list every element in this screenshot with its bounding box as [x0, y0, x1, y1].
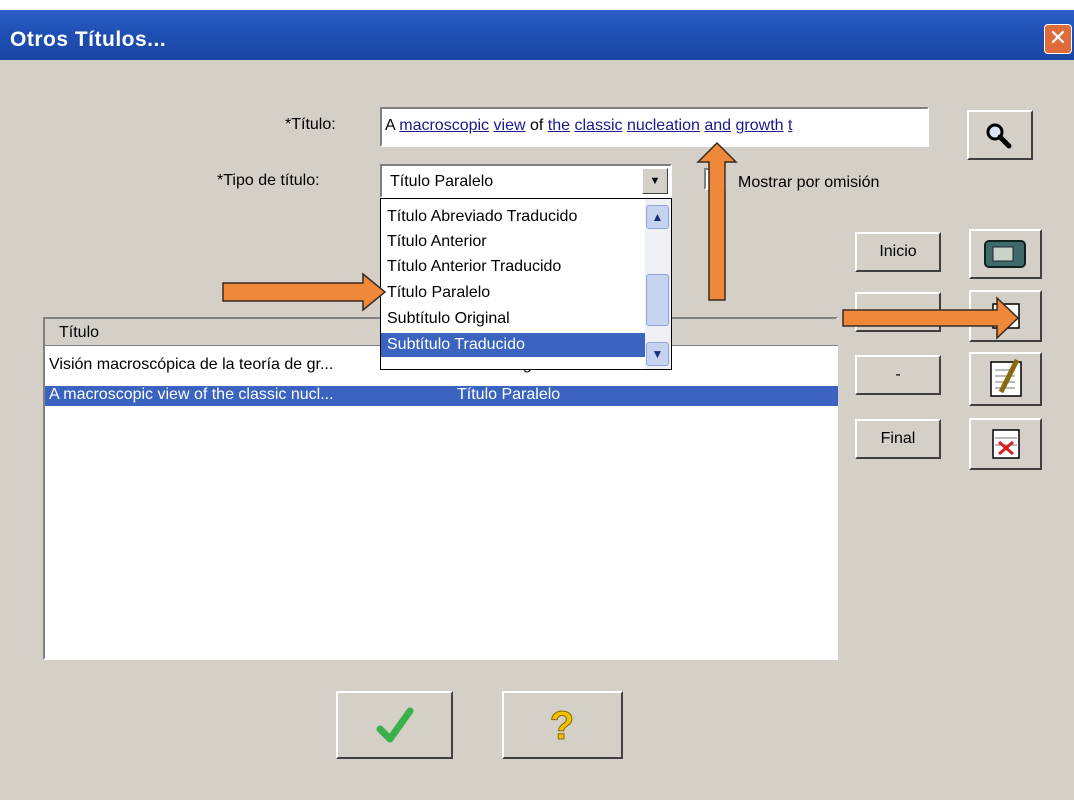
arrow-right-icon: [842, 296, 1020, 340]
arrow-right-icon: [222, 272, 387, 312]
arrow-up-icon: [696, 141, 738, 301]
annotation-arrows: [222, 141, 1020, 340]
dialog-window: Otros Títulos... ✕ *Título: A macroscopi…: [0, 0, 1074, 800]
